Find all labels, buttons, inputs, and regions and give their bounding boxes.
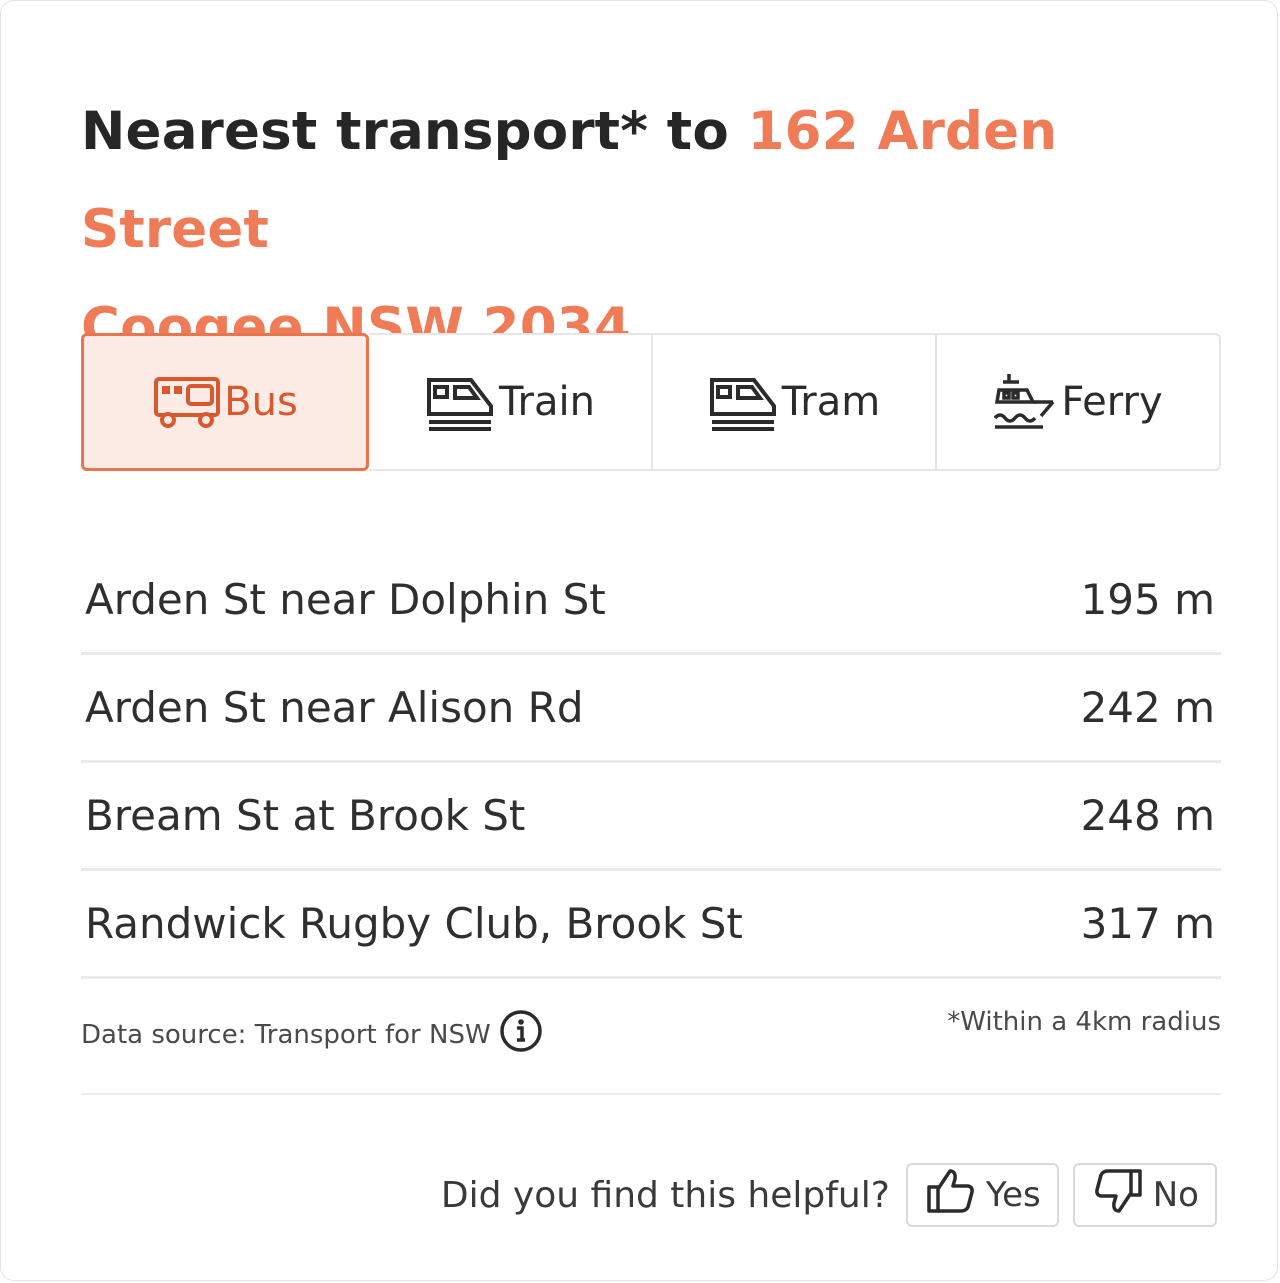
ferry-icon bbox=[993, 372, 1059, 432]
stop-distance: 242 m bbox=[1080, 683, 1215, 732]
stop-name: Bream St at Brook St bbox=[85, 791, 526, 840]
no-label: No bbox=[1152, 1175, 1199, 1215]
stop-name: Arden St near Dolphin St bbox=[85, 575, 606, 624]
tab-bus-label: Bus bbox=[224, 379, 298, 425]
yes-button[interactable]: Yes bbox=[905, 1163, 1059, 1227]
data-source: Data source: Transport for NSW bbox=[81, 1001, 543, 1060]
info-icon[interactable] bbox=[499, 1009, 543, 1060]
tab-train-label: Train bbox=[499, 379, 595, 425]
transport-card: Nearest transport* to 162 Arden Street Co… bbox=[0, 0, 1278, 1281]
stop-distance: 317 m bbox=[1080, 899, 1215, 948]
data-source-text: Data source: Transport for NSW bbox=[81, 1019, 491, 1050]
tab-tram[interactable]: Tram bbox=[653, 333, 937, 471]
stop-distance: 195 m bbox=[1080, 575, 1215, 624]
yes-label: Yes bbox=[985, 1175, 1041, 1215]
divider bbox=[81, 1093, 1221, 1095]
tab-ferry[interactable]: Ferry bbox=[937, 333, 1221, 471]
tab-train[interactable]: Train bbox=[369, 333, 653, 471]
stop-name: Arden St near Alison Rd bbox=[85, 683, 584, 732]
radius-note: *Within a 4km radius bbox=[947, 1007, 1221, 1037]
tab-bus[interactable]: Bus bbox=[81, 333, 369, 471]
train-icon bbox=[425, 372, 497, 432]
stops-list: Arden St near Dolphin St 195 m Arden St … bbox=[81, 547, 1221, 979]
title-lead: Nearest transport* to bbox=[81, 101, 748, 162]
no-button[interactable]: No bbox=[1072, 1163, 1217, 1227]
footnotes: Data source: Transport for NSW *Within a… bbox=[81, 1001, 1221, 1061]
list-item[interactable]: Arden St near Dolphin St 195 m bbox=[81, 547, 1221, 655]
tab-tram-label: Tram bbox=[781, 379, 881, 425]
tram-icon bbox=[708, 372, 780, 432]
stop-distance: 248 m bbox=[1080, 791, 1215, 840]
stop-name: Randwick Rugby Club, Brook St bbox=[85, 899, 743, 948]
list-item[interactable]: Bream St at Brook St 248 m bbox=[81, 763, 1221, 871]
list-item[interactable]: Arden St near Alison Rd 242 m bbox=[81, 655, 1221, 763]
feedback-question: Did you find this helpful? bbox=[440, 1174, 890, 1216]
list-item[interactable]: Randwick Rugby Club, Brook St 317 m bbox=[81, 871, 1221, 979]
thumbs-up-icon bbox=[926, 1167, 976, 1224]
feedback-bar: Did you find this helpful? Yes No bbox=[441, 1163, 1217, 1227]
transport-tabs: Bus Train Tram Ferry bbox=[81, 333, 1221, 471]
tab-ferry-label: Ferry bbox=[1061, 379, 1163, 425]
bus-icon bbox=[152, 373, 222, 431]
thumbs-down-icon bbox=[1093, 1167, 1143, 1224]
